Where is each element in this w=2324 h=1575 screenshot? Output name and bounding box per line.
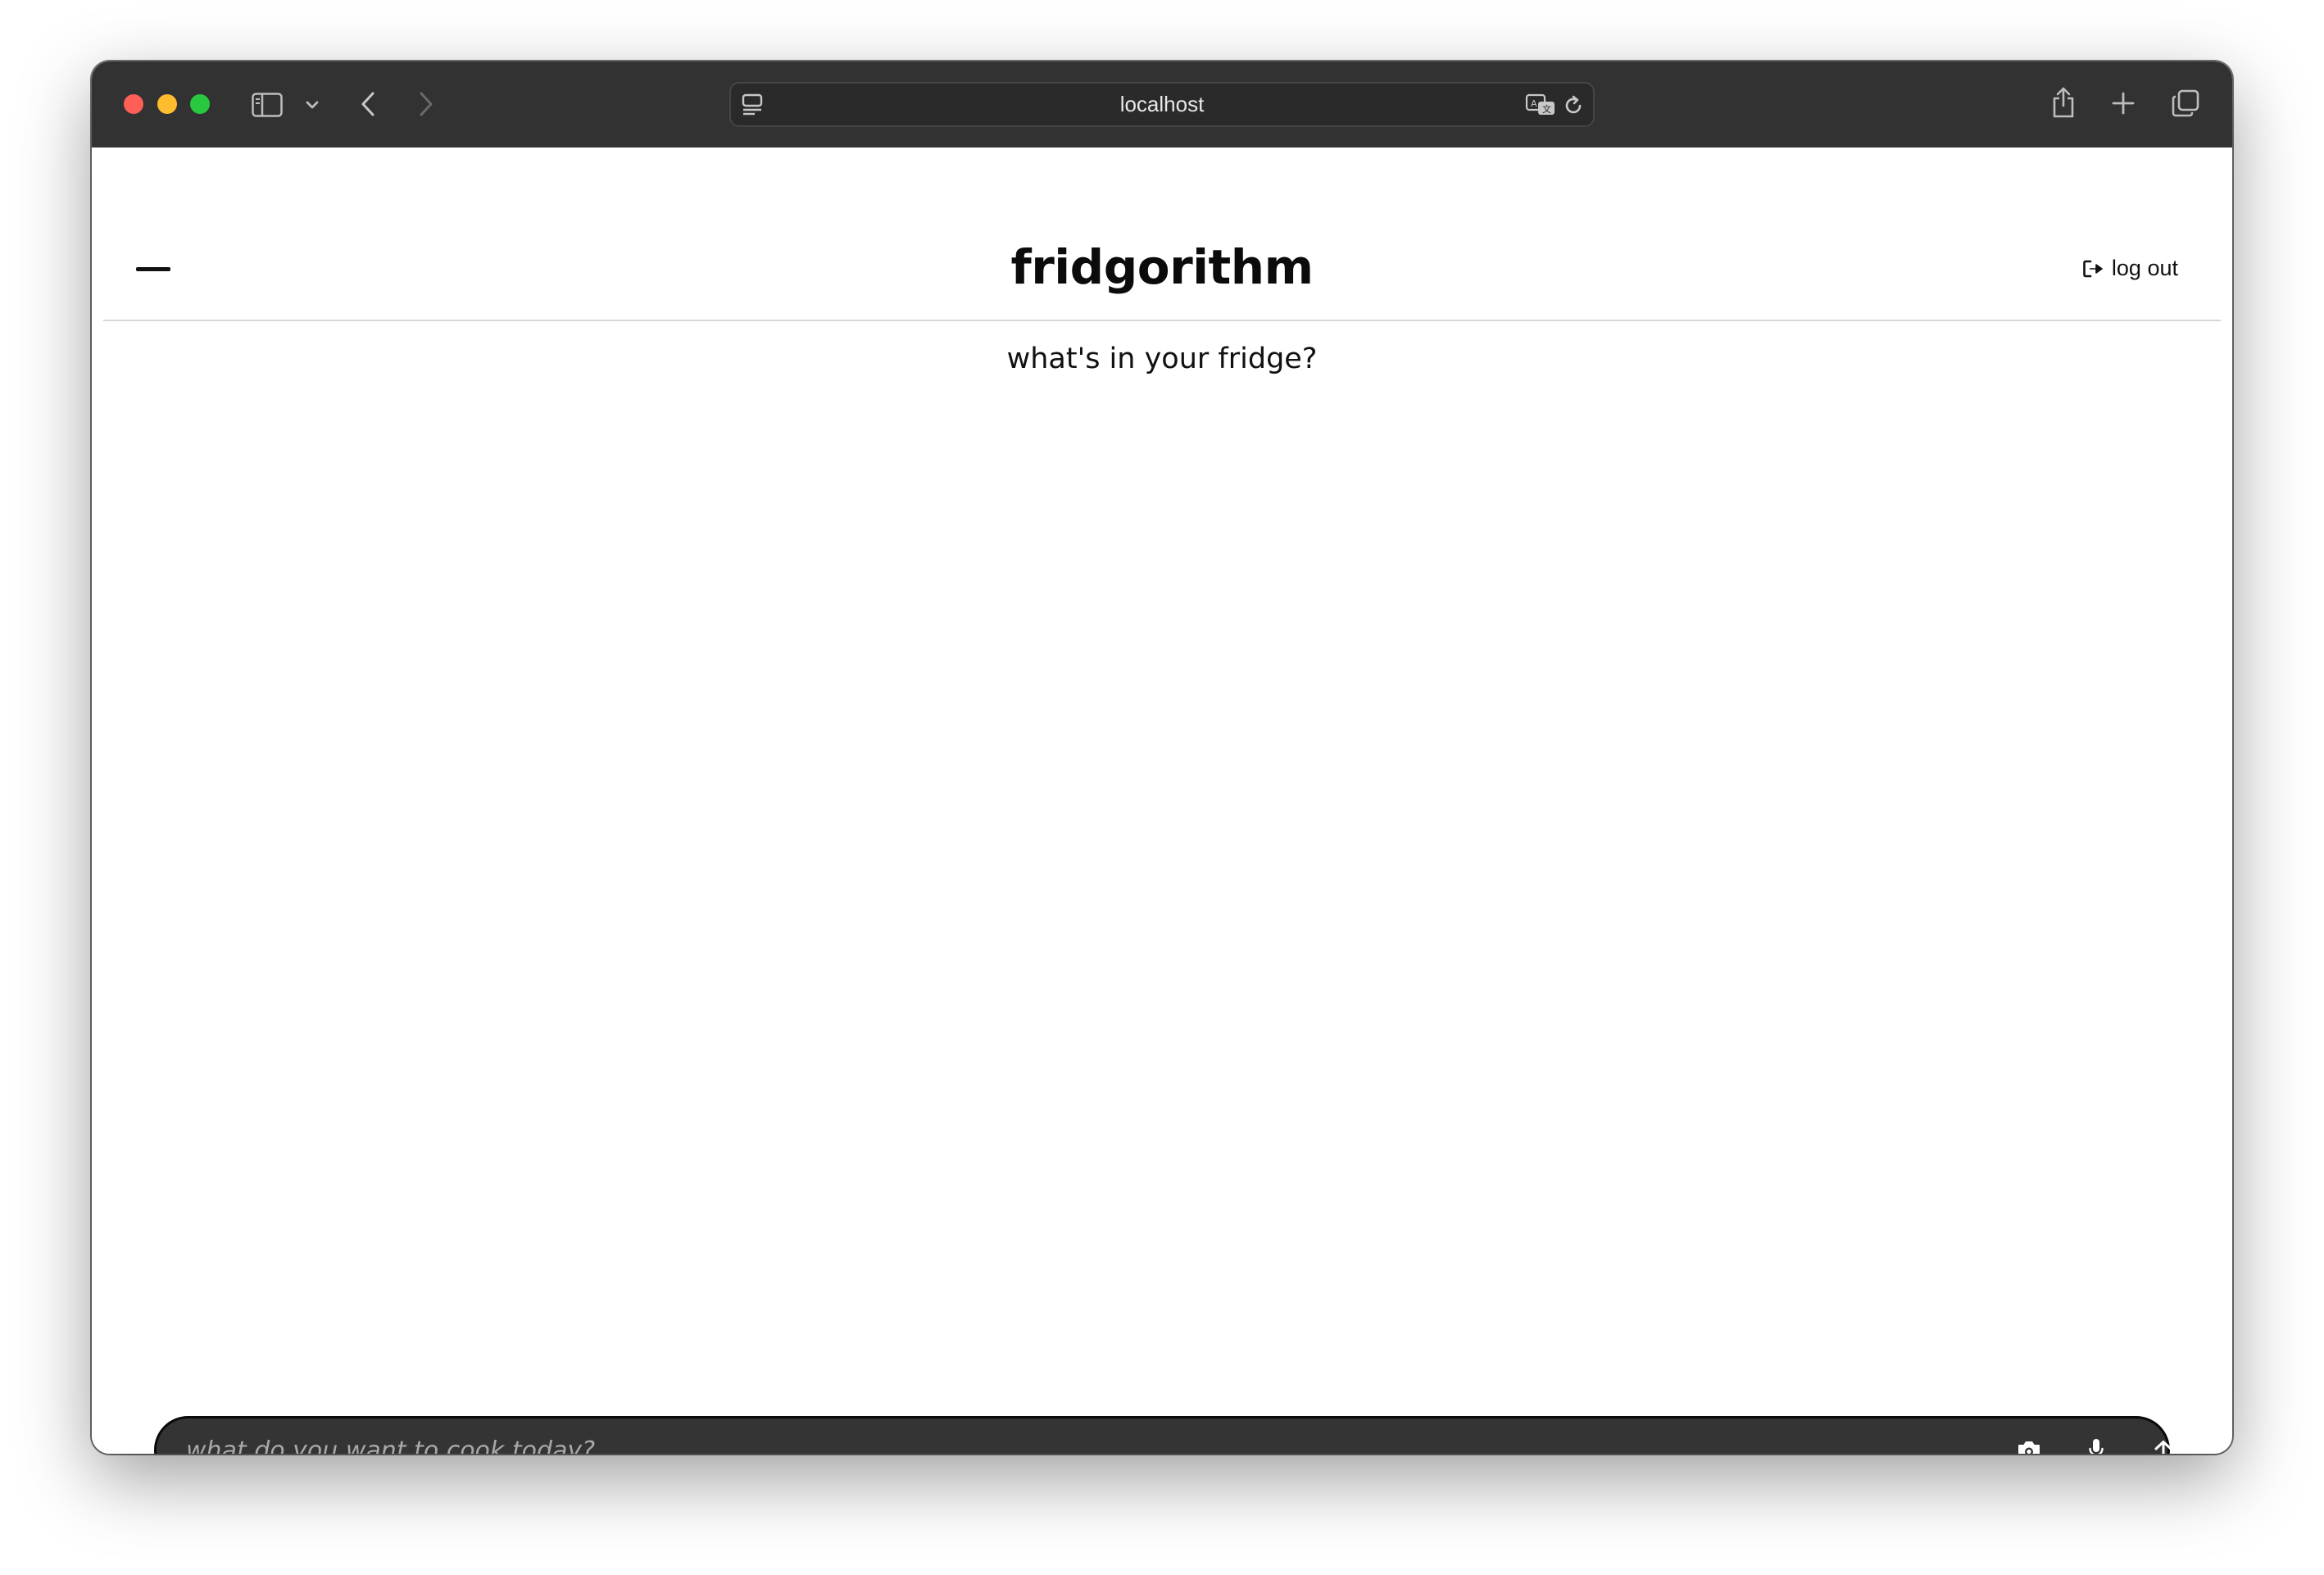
browser-window: localhost A文 fridgorithm log out what's … [92,61,2232,1454]
forward-arrow-icon[interactable] [414,89,438,119]
svg-text:A: A [1531,98,1537,109]
browser-toolbar: localhost A文 [92,61,2232,148]
reload-icon[interactable] [1560,93,1586,119]
back-arrow-icon[interactable] [356,89,380,119]
minimize-window-button[interactable] [157,94,177,114]
page-content: fridgorithm log out what's in your fridg… [92,148,2232,1454]
address-bar[interactable]: localhost A文 [729,82,1595,127]
share-icon[interactable] [2049,84,2078,120]
logout-label: log out [2111,256,2178,280]
logout-icon [2082,259,2104,279]
camera-icon[interactable] [2009,1430,2049,1454]
url-text: localhost [1119,92,1205,116]
close-window-button[interactable] [124,94,143,114]
arrow-up-icon [2153,1439,2174,1454]
chevron-down-icon[interactable] [303,96,321,114]
svg-text:文: 文 [1542,103,1551,115]
tabs-overview-icon[interactable] [2169,87,2202,120]
page-heading: what's in your fridge? [1006,343,1318,375]
sidebar-icon[interactable] [251,91,284,119]
maximize-window-button[interactable] [190,94,210,114]
app-header: fridgorithm log out [103,148,2221,321]
brand-title: fridgorithm [1010,239,1314,295]
plus-icon[interactable] [2109,89,2137,117]
translate-icon[interactable]: A文 [1524,92,1557,118]
chat-input[interactable] [184,1418,1868,1454]
microphone-icon[interactable] [2076,1430,2117,1454]
logout-button[interactable]: log out [2082,256,2178,281]
send-button[interactable] [2143,1430,2184,1454]
chat-input-bar [154,1416,2172,1454]
